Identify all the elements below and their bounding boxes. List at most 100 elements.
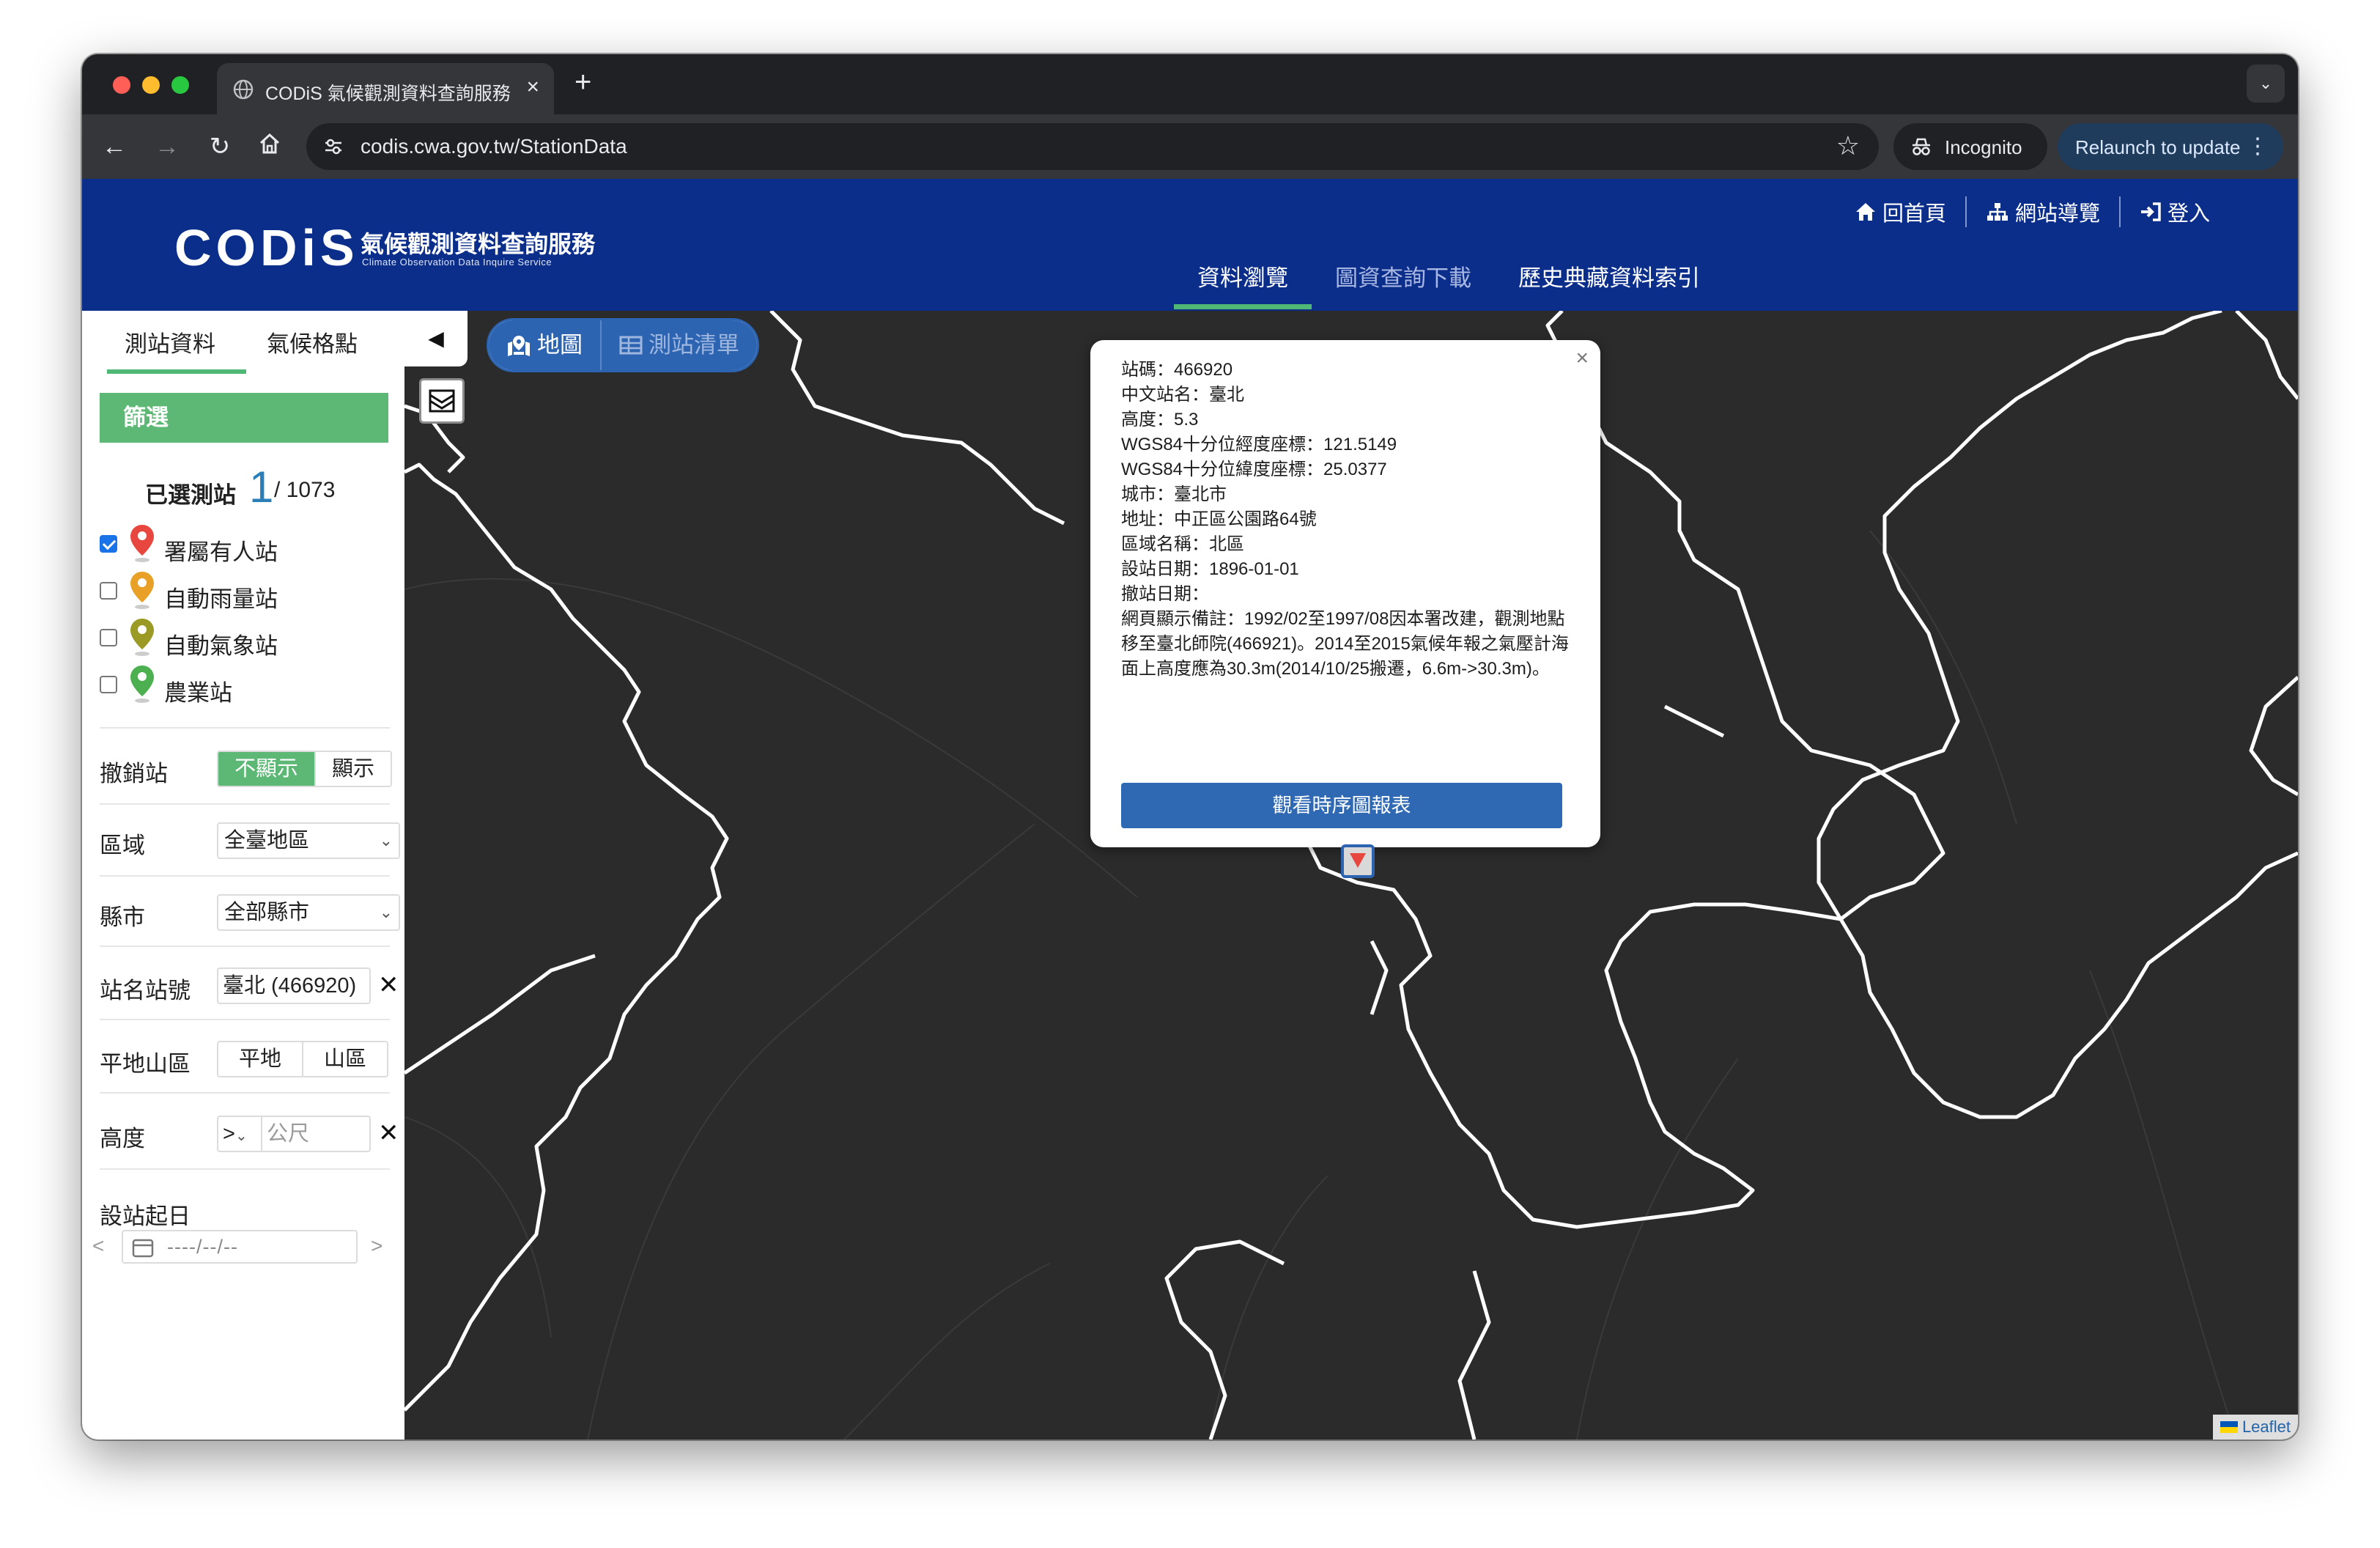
station-latitude: WGS84十分位緯度座標：25.0377 (1121, 460, 1387, 479)
station-type-agri[interactable]: 農業站 (100, 664, 393, 706)
selected-count-value: 1 (249, 462, 274, 512)
county-select[interactable]: 全部縣市 ⌄ (217, 894, 400, 931)
manned-station-checkbox[interactable] (100, 535, 117, 553)
region-select[interactable]: 全臺地區 ⌄ (217, 822, 400, 859)
weather-station-checkbox[interactable] (100, 629, 117, 646)
minimize-window-button[interactable] (142, 76, 160, 94)
county-row: 縣市 全部縣市 ⌄ (100, 890, 400, 934)
altitude-operator-select[interactable]: >⌄ (217, 1116, 262, 1152)
tab-climate-grid[interactable]: 氣候格點 (267, 325, 358, 358)
tab-close-icon[interactable]: × (526, 75, 539, 100)
home-link[interactable]: 回首頁 (1836, 196, 1965, 227)
new-tab-button[interactable]: + (574, 66, 591, 99)
more-vert-icon[interactable]: ⋮ (2247, 133, 2269, 159)
home-icon[interactable] (255, 132, 284, 162)
collapse-sidebar-button[interactable]: ◀ (404, 311, 468, 366)
manned-station-label: 署屬有人站 (164, 539, 278, 565)
reload-icon[interactable]: ↻ (205, 132, 234, 161)
web-page: CODiS 氣候觀測資料查詢服務 Climate Observation Dat… (82, 179, 2298, 1440)
close-window-button[interactable] (113, 76, 130, 94)
station-removed-date: 撤站日期： (1121, 584, 1209, 604)
rain-station-checkbox[interactable] (100, 582, 117, 600)
date-next-button[interactable]: > (371, 1234, 382, 1258)
station-list-label: 測站清單 (648, 332, 739, 358)
ukraine-flag-icon (2220, 1421, 2238, 1433)
site-settings-icon[interactable] (322, 136, 344, 158)
globe-icon (233, 79, 254, 100)
address-bar[interactable]: codis.cwa.gov.tw/StationData ☆ (306, 123, 1879, 170)
station-name-row: 站名站號 臺北 (466920) ✕ (100, 963, 400, 1007)
map-view-label: 地圖 (537, 332, 583, 358)
divider (100, 1168, 390, 1170)
terrain-flat-option[interactable]: 平地 (218, 1042, 303, 1076)
login-link[interactable]: 登入 (2118, 196, 2229, 227)
divider (100, 946, 390, 947)
logo-english-title: Climate Observation Data Inquire Service (362, 257, 552, 268)
view-timeseries-button[interactable]: 觀看時序圖報表 (1121, 783, 1562, 828)
revoked-show-option[interactable]: 顯示 (314, 752, 391, 786)
clear-station-icon[interactable]: ✕ (378, 970, 399, 1000)
logo-wordmark: CODiS (174, 219, 359, 276)
station-region: 區域名稱：北區 (1121, 534, 1244, 554)
map-layers-button[interactable] (419, 378, 465, 424)
codis-logo[interactable]: CODiS 氣候觀測資料查詢服務 Climate Observation Dat… (174, 218, 629, 277)
chevron-down-icon: ⌄ (379, 903, 393, 921)
tab-title: CODiS 氣候觀測資料查詢服務 (265, 84, 511, 104)
incognito-indicator[interactable]: Incognito (1893, 123, 2047, 170)
station-type-weather[interactable]: 自動氣象站 (100, 617, 393, 659)
station-list-button[interactable]: 測站清單 (600, 320, 757, 370)
station-name-input[interactable]: 臺北 (466920) (217, 968, 371, 1004)
selected-count-label: 已選測站 (145, 482, 236, 508)
tab-search-button[interactable]: ⌄ (2247, 64, 2285, 103)
nav-historical-index[interactable]: 歷史典藏資料索引 (1495, 252, 1723, 309)
incognito-icon (1912, 138, 1930, 155)
popup-close-icon[interactable]: × (1575, 346, 1589, 371)
map-attribution[interactable]: Leaflet (2212, 1415, 2298, 1440)
agri-station-label: 農業站 (164, 680, 232, 706)
leaflet-link[interactable]: Leaflet (2242, 1415, 2291, 1440)
divider (100, 1092, 390, 1094)
start-date-label: 設站起日 (100, 1204, 191, 1229)
nav-map-download[interactable]: 圖資查詢下載 (1312, 252, 1495, 309)
home-link-label: 回首頁 (1882, 202, 1946, 226)
altitude-operator-value: > (223, 1122, 235, 1146)
url-text[interactable]: codis.cwa.gov.tw/StationData (361, 135, 627, 158)
back-arrow-icon[interactable]: ← (100, 132, 129, 161)
station-map[interactable]: ◀ 地圖 測站清單 × 站碼：466920 中文站名：臺北 高度：5.3 WGS… (404, 311, 2298, 1440)
maximize-window-button[interactable] (171, 76, 189, 94)
browser-tab[interactable]: CODiS 氣候觀測資料查詢服務 × (217, 63, 554, 114)
bookmark-star-icon[interactable]: ☆ (1836, 130, 1860, 161)
olive-map-pin-icon (130, 619, 154, 656)
layers-icon (429, 389, 455, 413)
date-prev-button[interactable]: < (92, 1234, 104, 1258)
clear-altitude-icon[interactable]: ✕ (378, 1118, 399, 1148)
county-selected-value: 全部縣市 (224, 901, 310, 924)
filter-heading[interactable]: 篩選 (100, 393, 388, 443)
altitude-row: 高度 >⌄ 公尺 ✕ (100, 1111, 400, 1155)
sidebar-tabs: 測站資料 氣候格點 (82, 311, 404, 377)
start-date-input[interactable]: ----/--/-- (122, 1230, 358, 1264)
tab-station-data[interactable]: 測站資料 (125, 325, 215, 358)
relaunch-to-update-button[interactable]: Relaunch to update ⋮ (2058, 123, 2283, 170)
station-type-manned[interactable]: 署屬有人站 (100, 523, 393, 565)
sitemap-link[interactable]: 網站導覽 (1965, 196, 2119, 227)
station-established-date: 設站日期：1896-01-01 (1121, 559, 1299, 579)
station-type-rain[interactable]: 自動雨量站 (100, 570, 393, 612)
revoked-label: 撤銷站 (100, 761, 168, 786)
map-view-button[interactable]: 地圖 (489, 320, 600, 370)
view-toggle: 地圖 測站清單 (487, 318, 759, 372)
sign-in-icon (2140, 202, 2161, 221)
table-icon (619, 336, 643, 355)
altitude-input[interactable]: 公尺 (261, 1116, 371, 1152)
revoked-hide-option[interactable]: 不顯示 (218, 752, 315, 786)
top-links: 回首頁 網站導覽 登入 (1836, 194, 2229, 230)
nav-data-browse[interactable]: 資料瀏覽 (1174, 252, 1312, 309)
sitemap-icon (1987, 203, 2008, 221)
forward-arrow-icon[interactable]: → (152, 132, 182, 161)
red-map-pin-icon (130, 525, 154, 562)
divider (100, 803, 390, 805)
terrain-mountain-option[interactable]: 山區 (302, 1042, 388, 1076)
station-marker-icon[interactable] (1339, 843, 1376, 880)
agri-station-checkbox[interactable] (100, 676, 117, 693)
logo-chinese-title: 氣候觀測資料查詢服務 (361, 231, 596, 257)
